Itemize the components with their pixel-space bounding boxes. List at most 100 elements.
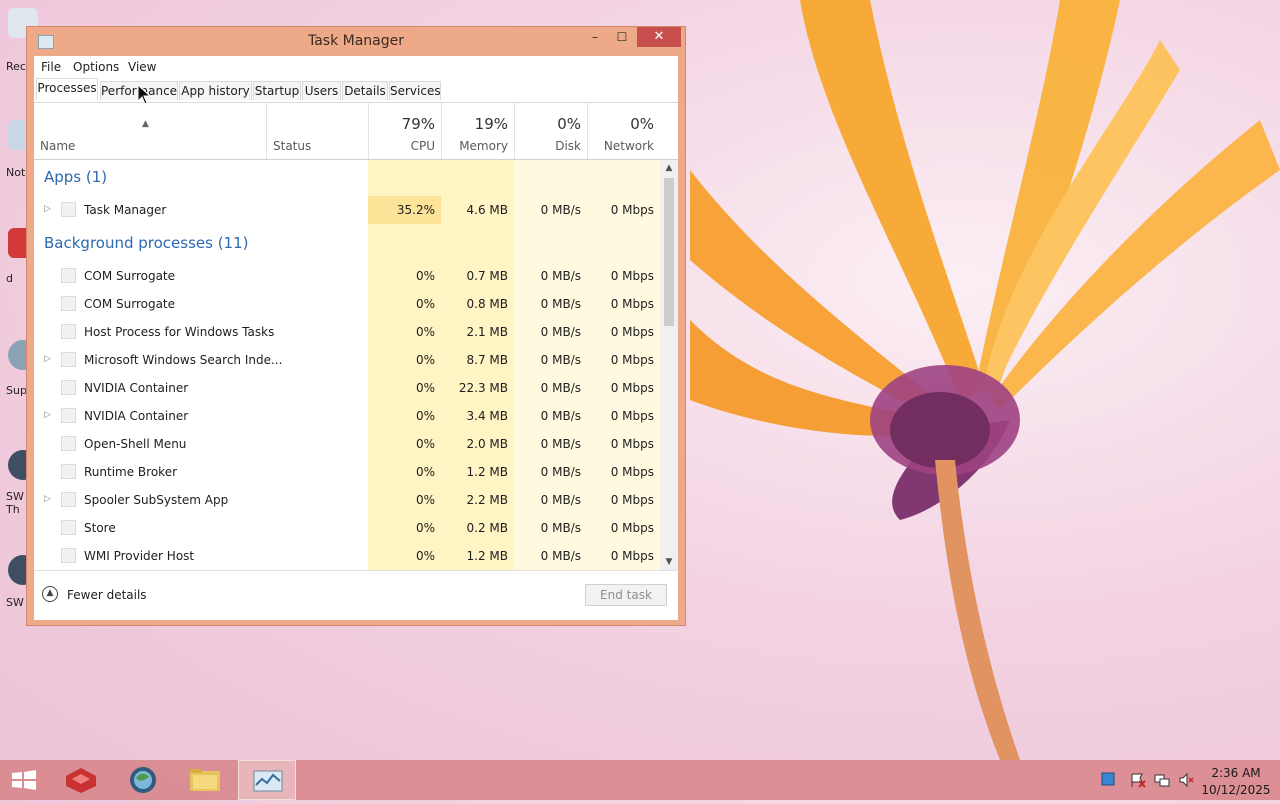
process-cpu: 0% (415, 353, 435, 367)
process-name: Host Process for Windows Tasks (84, 325, 275, 339)
flag-warning-icon[interactable] (1130, 772, 1146, 792)
menu-options[interactable]: Options (73, 60, 119, 74)
close-button[interactable]: ✕ (637, 27, 681, 47)
tab-startup[interactable]: Startup (253, 81, 301, 100)
expand-arrow-icon[interactable]: ▷ (44, 494, 51, 504)
group-header-apps[interactable]: Apps (1) (34, 164, 660, 196)
tab-users[interactable]: Users (302, 81, 341, 100)
mouse-cursor-icon (137, 84, 151, 105)
column-name[interactable]: Name (34, 103, 266, 159)
expand-arrow-icon[interactable]: ▷ (44, 354, 51, 364)
desktop-icon-label: SW Th (6, 490, 24, 516)
process-name: NVIDIA Container (84, 381, 189, 395)
column-status[interactable]: Status (266, 103, 368, 159)
process-network: 0 Mbps (610, 549, 654, 563)
process-row[interactable]: Store 0% 0.2 MB 0 MB/s 0 Mbps (34, 514, 660, 542)
process-icon (61, 464, 76, 479)
taskbar: 2:36 AM 10/12/2025 (0, 760, 1280, 800)
process-name: Spooler SubSystem App (84, 493, 229, 507)
scroll-down-icon[interactable]: ▼ (660, 554, 678, 570)
process-row[interactable]: COM Surrogate 0% 0.7 MB 0 MB/s 0 Mbps (34, 262, 660, 290)
clock-date[interactable]: 10/12/2025 (1200, 783, 1272, 797)
process-name: COM Surrogate (84, 297, 176, 311)
process-icon (61, 520, 76, 535)
window-client-area: File Options View Processes Performance … (34, 56, 678, 620)
taskbar-browser[interactable] (114, 760, 172, 800)
process-name: Task Manager (84, 203, 167, 217)
cpu-total: 79% (401, 115, 435, 133)
process-row[interactable]: ▷ Microsoft Windows Search Inde... 0% 8.7 M… (34, 346, 660, 374)
menu-file[interactable]: File (41, 60, 61, 74)
process-memory: 2.1 MB (466, 325, 508, 339)
column-disk-label: Disk (555, 139, 581, 153)
process-cpu: 0% (415, 521, 435, 535)
process-row[interactable]: COM Surrogate 0% 0.8 MB 0 MB/s 0 Mbps (34, 290, 660, 318)
process-memory: 2.2 MB (466, 493, 508, 507)
process-network: 0 Mbps (610, 297, 654, 311)
process-row[interactable]: ▷ NVIDIA Container 0% 3.4 MB 0 MB/s 0 Mbps (34, 402, 660, 430)
expand-arrow-icon[interactable]: ▷ (44, 410, 51, 420)
process-network: 0 Mbps (610, 203, 654, 217)
process-cpu: 0% (415, 493, 435, 507)
expand-arrow-icon[interactable]: ▷ (44, 204, 51, 214)
process-disk: 0 MB/s (540, 549, 581, 563)
column-cpu[interactable]: 79% CPU (368, 103, 441, 159)
process-name: WMI Provider Host (84, 549, 195, 563)
process-network: 0 Mbps (610, 521, 654, 535)
volume-muted-icon[interactable] (1178, 772, 1194, 792)
minimize-button[interactable]: – (580, 27, 610, 47)
process-name: COM Surrogate (84, 269, 176, 283)
process-row[interactable]: Runtime Broker 0% 1.2 MB 0 MB/s 0 Mbps (34, 458, 660, 486)
action-center-icon[interactable] (1101, 772, 1115, 790)
process-name: Store (84, 521, 116, 535)
network-icon[interactable] (1154, 772, 1170, 792)
process-row[interactable]: NVIDIA Container 0% 22.3 MB 0 MB/s 0 Mbps (34, 374, 660, 402)
globe-icon (130, 767, 156, 793)
tab-processes[interactable]: Processes (36, 78, 98, 100)
task-manager-icon (253, 770, 283, 792)
menu-bar: File Options View (34, 56, 678, 78)
column-memory-label: Memory (459, 139, 508, 153)
process-disk: 0 MB/s (540, 521, 581, 535)
fewer-details-link[interactable]: Fewer details (67, 588, 147, 602)
scroll-thumb[interactable] (664, 178, 674, 326)
column-network[interactable]: 0% Network (587, 103, 660, 159)
start-button[interactable] (0, 760, 58, 800)
column-memory[interactable]: 19% Memory (441, 103, 514, 159)
footer-bar: ▲ Fewer details End task (34, 570, 678, 621)
end-task-button[interactable]: End task (585, 584, 667, 606)
process-network: 0 Mbps (610, 465, 654, 479)
maximize-button[interactable]: ☐ (607, 27, 637, 47)
windows-logo-icon (12, 770, 36, 790)
process-row[interactable]: WMI Provider Host 0% 1.2 MB 0 MB/s 0 Mbps (34, 542, 660, 570)
disk-total: 0% (557, 115, 581, 133)
clock-time[interactable]: 2:36 AM (1200, 766, 1272, 780)
tab-app-history[interactable]: App history (179, 81, 252, 100)
process-disk: 0 MB/s (540, 437, 581, 451)
scroll-up-icon[interactable]: ▲ (660, 160, 678, 176)
tab-details[interactable]: Details (342, 81, 388, 100)
chevron-up-circle-icon[interactable]: ▲ (42, 586, 58, 602)
taskbar-red-cube-app[interactable] (52, 760, 110, 800)
menu-view[interactable]: View (128, 60, 156, 74)
column-disk[interactable]: 0% Disk (514, 103, 587, 159)
column-network-label: Network (603, 139, 654, 153)
process-disk: 0 MB/s (540, 381, 581, 395)
process-network: 0 Mbps (610, 409, 654, 423)
taskbar-task-manager[interactable] (238, 760, 296, 800)
column-cpu-label: CPU (410, 139, 435, 153)
vertical-scrollbar[interactable]: ▲ ▼ (660, 160, 678, 570)
process-row[interactable]: Host Process for Windows Tasks 0% 2.1 MB 0 … (34, 318, 660, 346)
taskbar-file-explorer[interactable] (176, 760, 234, 800)
group-header-background[interactable]: Background processes (11) (34, 230, 660, 262)
group-title-background: Background processes (11) (44, 234, 249, 252)
process-icon (61, 352, 76, 367)
process-row[interactable]: ▷ Spooler SubSystem App 0% 2.2 MB 0 MB/s 0 Mb… (34, 486, 660, 514)
title-bar[interactable]: Task Manager – ☐ ✕ (27, 27, 685, 55)
process-disk: 0 MB/s (540, 203, 581, 217)
tab-services[interactable]: Services (389, 81, 441, 100)
process-row[interactable]: Open-Shell Menu 0% 2.0 MB 0 MB/s 0 Mbps (34, 430, 660, 458)
process-row[interactable]: ▷ Task Manager 35.2% 4.6 MB 0 MB/s 0 Mbps (34, 196, 660, 224)
desktop-icon-label: Not (6, 166, 26, 179)
process-icon (61, 202, 76, 217)
